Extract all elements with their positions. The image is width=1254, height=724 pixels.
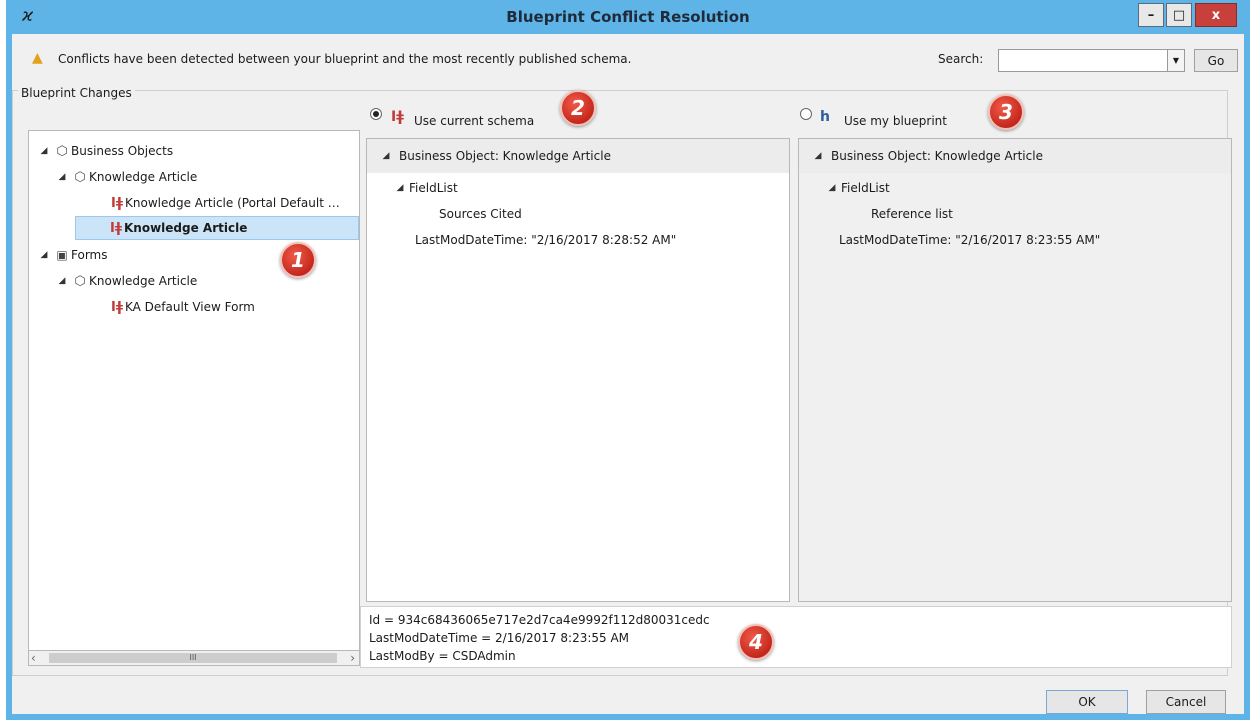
field-label: Reference list: [871, 207, 953, 221]
window-title: Blueprint Conflict Resolution: [506, 8, 750, 26]
callout-badge-1: 1: [280, 242, 316, 278]
expand-triangle-icon[interactable]: ◢: [53, 276, 71, 286]
tree-item-forms-knowledge-article[interactable]: ◢ ⬡ Knowledge Article: [53, 269, 198, 293]
expand-triangle-icon[interactable]: ◢: [391, 183, 409, 193]
use-my-blueprint-label[interactable]: Use my blueprint: [844, 114, 947, 128]
tree-item-label: Business Objects: [71, 144, 174, 158]
expand-triangle-icon[interactable]: ◢: [823, 183, 841, 193]
tree-item-label: Knowledge Article: [124, 221, 248, 235]
callout-badge-4: 4: [738, 624, 774, 660]
last-mod-by-line: LastModBy = CSDAdmin: [369, 649, 516, 663]
warning-message: Conflicts have been detected between you…: [58, 52, 632, 66]
use-current-schema-label[interactable]: Use current schema: [414, 114, 534, 128]
callout-badge-2: 2: [560, 90, 596, 126]
fieldlist-label: FieldList: [841, 181, 890, 195]
search-label: Search:: [938, 52, 984, 66]
panel-header-label: Business Object: Knowledge Article: [399, 149, 611, 163]
search-dropdown-button[interactable]: ▼: [1168, 49, 1185, 72]
cancel-button[interactable]: Cancel: [1146, 690, 1226, 714]
maximize-button[interactable]: □: [1166, 3, 1192, 27]
tree-item-label: KA Default View Form: [125, 300, 255, 314]
tree-item-label: Knowledge Article: [89, 274, 198, 288]
callout-badge-3: 3: [988, 94, 1024, 130]
details-box: Id = 934c68436065e717e2d7ca4e9992f112d80…: [360, 606, 1232, 668]
warning-icon: ▲: [32, 50, 43, 66]
warning-bar: ▲ Conflicts have been detected between y…: [12, 34, 1244, 86]
field-row: Reference list: [871, 201, 953, 227]
cube-icon: ⬡: [74, 169, 86, 185]
expand-triangle-icon[interactable]: ◢: [35, 146, 53, 156]
go-button[interactable]: Go: [1194, 49, 1238, 72]
tree-item-knowledge-article-portal[interactable]: Iǂ Knowledge Article (Portal Default …: [109, 191, 340, 215]
fieldlist-label: FieldList: [409, 181, 458, 195]
current-schema-panel[interactable]: ◢ Business Object: Knowledge Article ◢ F…: [366, 138, 790, 602]
title-bar[interactable]: ϰ Blueprint Conflict Resolution – □ x: [12, 0, 1244, 34]
panel-header[interactable]: ◢ Business Object: Knowledge Article: [367, 139, 789, 173]
scroll-thumb[interactable]: III: [49, 653, 337, 663]
expand-triangle-icon[interactable]: ◢: [35, 250, 53, 260]
tree-horizontal-scrollbar[interactable]: ‹ III ›: [28, 650, 360, 666]
group-label: Blueprint Changes: [18, 86, 135, 100]
tree-item-ka-default-view-form[interactable]: Iǂ KA Default View Form: [109, 295, 255, 319]
ok-button[interactable]: OK: [1046, 690, 1128, 714]
cube-icon: ⬡: [56, 143, 68, 159]
conflict-icon: Iǂ: [111, 299, 123, 315]
use-current-schema-radio[interactable]: [370, 108, 382, 120]
blueprint-icon: h: [820, 109, 830, 125]
conflict-icon: Iǂ: [110, 220, 122, 236]
chevron-down-icon: ▼: [1172, 56, 1180, 65]
conflict-icon: Iǂ: [391, 109, 404, 125]
expand-triangle-icon[interactable]: ◢: [53, 172, 71, 182]
last-mod-row: LastModDateTime: "2/16/2017 8:28:52 AM": [415, 227, 676, 253]
minimize-button[interactable]: –: [1138, 3, 1164, 27]
panel-header[interactable]: ◢ Business Object: Knowledge Article: [799, 139, 1231, 173]
tree-item-business-objects[interactable]: ◢ ⬡ Business Objects: [35, 139, 174, 163]
id-line: Id = 934c68436065e717e2d7ca4e9992f112d80…: [369, 613, 710, 627]
close-button[interactable]: x: [1195, 3, 1237, 27]
expand-triangle-icon[interactable]: ◢: [805, 151, 831, 161]
use-my-blueprint-radio[interactable]: [800, 108, 812, 120]
tree-item-knowledge-article-selected[interactable]: Iǂ Knowledge Article: [75, 216, 359, 240]
form-icon: ▣: [56, 248, 68, 262]
search-input[interactable]: [998, 49, 1168, 72]
field-label: Sources Cited: [439, 207, 522, 221]
scroll-left-icon[interactable]: ‹: [31, 651, 36, 665]
fieldlist-row[interactable]: ◢ FieldList: [823, 175, 890, 201]
last-mod-row: LastModDateTime: "2/16/2017 8:23:55 AM": [839, 227, 1100, 253]
cube-icon: ⬡: [74, 273, 86, 289]
changes-tree[interactable]: ◢ ⬡ Business Objects ◢ ⬡ Knowledge Artic…: [28, 130, 360, 660]
tree-item-knowledge-article[interactable]: ◢ ⬡ Knowledge Article: [53, 165, 198, 189]
conflict-icon: Iǂ: [111, 195, 123, 211]
tree-item-label: Knowledge Article: [89, 170, 198, 184]
last-mod-label: LastModDateTime: "2/16/2017 8:23:55 AM": [839, 233, 1101, 247]
my-blueprint-panel[interactable]: ◢ Business Object: Knowledge Article ◢ F…: [798, 138, 1232, 602]
last-mod-time-line: LastModDateTime = 2/16/2017 8:23:55 AM: [369, 631, 630, 645]
scroll-right-icon[interactable]: ›: [350, 651, 355, 665]
expand-triangle-icon[interactable]: ◢: [373, 151, 399, 161]
panel-header-label: Business Object: Knowledge Article: [831, 149, 1043, 163]
tree-item-label: Forms: [71, 248, 108, 262]
tree-item-label: Knowledge Article (Portal Default …: [125, 196, 340, 210]
fieldlist-row[interactable]: ◢ FieldList: [391, 175, 458, 201]
last-mod-label: LastModDateTime: "2/16/2017 8:28:52 AM": [415, 233, 677, 247]
tree-item-forms[interactable]: ◢ ▣ Forms: [35, 243, 108, 267]
field-row: Sources Cited: [439, 201, 522, 227]
